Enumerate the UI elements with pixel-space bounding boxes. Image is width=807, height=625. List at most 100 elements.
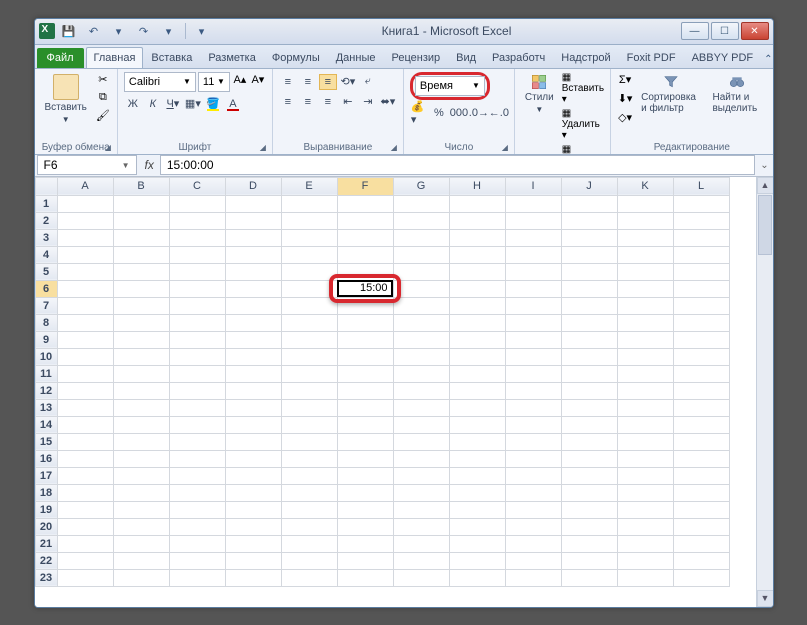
cell-H23[interactable] (449, 569, 505, 586)
cell-F11[interactable] (337, 365, 393, 382)
cell-H16[interactable] (449, 450, 505, 467)
cell-K15[interactable] (617, 433, 673, 450)
cell-D1[interactable] (225, 195, 281, 212)
cell-I4[interactable] (505, 246, 561, 263)
cell-I21[interactable] (505, 535, 561, 552)
clear-button[interactable]: ◇▾ (617, 110, 633, 126)
cell-A15[interactable] (57, 433, 113, 450)
cell-I19[interactable] (505, 501, 561, 518)
cell-A8[interactable] (57, 314, 113, 331)
cell-G21[interactable] (393, 535, 449, 552)
cell-I9[interactable] (505, 331, 561, 348)
cell-L9[interactable] (673, 331, 729, 348)
fill-color-button[interactable]: 🪣 (204, 96, 222, 112)
cell-E13[interactable] (281, 399, 337, 416)
clipboard-launcher[interactable]: ◢ (105, 143, 111, 152)
column-header-K[interactable]: K (617, 177, 673, 195)
cell-K21[interactable] (617, 535, 673, 552)
cell-E2[interactable] (281, 212, 337, 229)
cell-B7[interactable] (113, 297, 169, 314)
cell-F8[interactable] (337, 314, 393, 331)
cell-E18[interactable] (281, 484, 337, 501)
cell-L20[interactable] (673, 518, 729, 535)
row-header-19[interactable]: 19 (35, 501, 57, 518)
cell-A2[interactable] (57, 212, 113, 229)
cell-I7[interactable] (505, 297, 561, 314)
cell-L7[interactable] (673, 297, 729, 314)
formula-bar-expand[interactable]: ⌄ (757, 160, 773, 171)
cell-B5[interactable] (113, 263, 169, 280)
cell-A10[interactable] (57, 348, 113, 365)
cell-H1[interactable] (449, 195, 505, 212)
insert-cells-button[interactable]: ▦ Вставить ▾ (562, 72, 604, 105)
cell-A20[interactable] (57, 518, 113, 535)
row-header-14[interactable]: 14 (35, 416, 57, 433)
cell-A3[interactable] (57, 229, 113, 246)
cell-J5[interactable] (561, 263, 617, 280)
cell-L5[interactable] (673, 263, 729, 280)
undo-dropdown[interactable]: ▾ (108, 21, 130, 41)
cell-H5[interactable] (449, 263, 505, 280)
cell-D23[interactable] (225, 569, 281, 586)
cell-C11[interactable] (169, 365, 225, 382)
cell-A4[interactable] (57, 246, 113, 263)
cell-L11[interactable] (673, 365, 729, 382)
increase-indent-button[interactable]: ⇥ (359, 94, 377, 110)
cell-L18[interactable] (673, 484, 729, 501)
cell-B4[interactable] (113, 246, 169, 263)
row-header-18[interactable]: 18 (35, 484, 57, 501)
redo-dropdown[interactable]: ▾ (158, 21, 180, 41)
bold-button[interactable]: Ж (124, 96, 142, 112)
cell-I2[interactable] (505, 212, 561, 229)
cell-B23[interactable] (113, 569, 169, 586)
cell-F4[interactable] (337, 246, 393, 263)
cell-I14[interactable] (505, 416, 561, 433)
cell-F5[interactable] (337, 263, 393, 280)
cell-F18[interactable] (337, 484, 393, 501)
column-header-A[interactable]: A (57, 177, 113, 195)
cell-J3[interactable] (561, 229, 617, 246)
align-middle-button[interactable]: ≡ (299, 74, 317, 90)
cell-H20[interactable] (449, 518, 505, 535)
cell-D4[interactable] (225, 246, 281, 263)
cell-D6[interactable] (225, 280, 281, 297)
cell-D2[interactable] (225, 212, 281, 229)
cell-L16[interactable] (673, 450, 729, 467)
cell-K3[interactable] (617, 229, 673, 246)
cell-D13[interactable] (225, 399, 281, 416)
format-painter-button[interactable]: 🖌 (95, 108, 111, 124)
vertical-scrollbar[interactable]: ▲ ▼ (756, 177, 773, 607)
cell-F1[interactable] (337, 195, 393, 212)
cell-G3[interactable] (393, 229, 449, 246)
cell-G8[interactable] (393, 314, 449, 331)
cell-A12[interactable] (57, 382, 113, 399)
tab-developer[interactable]: Разработч (484, 47, 553, 68)
cell-J15[interactable] (561, 433, 617, 450)
cell-I17[interactable] (505, 467, 561, 484)
tab-layout[interactable]: Разметка (200, 47, 264, 68)
cell-K11[interactable] (617, 365, 673, 382)
row-header-20[interactable]: 20 (35, 518, 57, 535)
tab-addins[interactable]: Надстрой (553, 47, 618, 68)
cell-E5[interactable] (281, 263, 337, 280)
copy-button[interactable]: ⧉ (95, 90, 111, 106)
cell-G2[interactable] (393, 212, 449, 229)
cell-F14[interactable] (337, 416, 393, 433)
cell-A11[interactable] (57, 365, 113, 382)
tab-formulas[interactable]: Формулы (264, 47, 328, 68)
cell-K7[interactable] (617, 297, 673, 314)
decrease-decimal-button[interactable]: ←.0 (490, 105, 508, 121)
cell-B12[interactable] (113, 382, 169, 399)
cell-C10[interactable] (169, 348, 225, 365)
cell-B9[interactable] (113, 331, 169, 348)
cell-J23[interactable] (561, 569, 617, 586)
maximize-button[interactable]: ☐ (711, 22, 739, 40)
italic-button[interactable]: К (144, 96, 162, 112)
cell-J19[interactable] (561, 501, 617, 518)
cell-C20[interactable] (169, 518, 225, 535)
cell-F17[interactable] (337, 467, 393, 484)
qat-customize[interactable]: ▾ (191, 21, 213, 41)
cell-F13[interactable] (337, 399, 393, 416)
cell-C7[interactable] (169, 297, 225, 314)
cell-C14[interactable] (169, 416, 225, 433)
